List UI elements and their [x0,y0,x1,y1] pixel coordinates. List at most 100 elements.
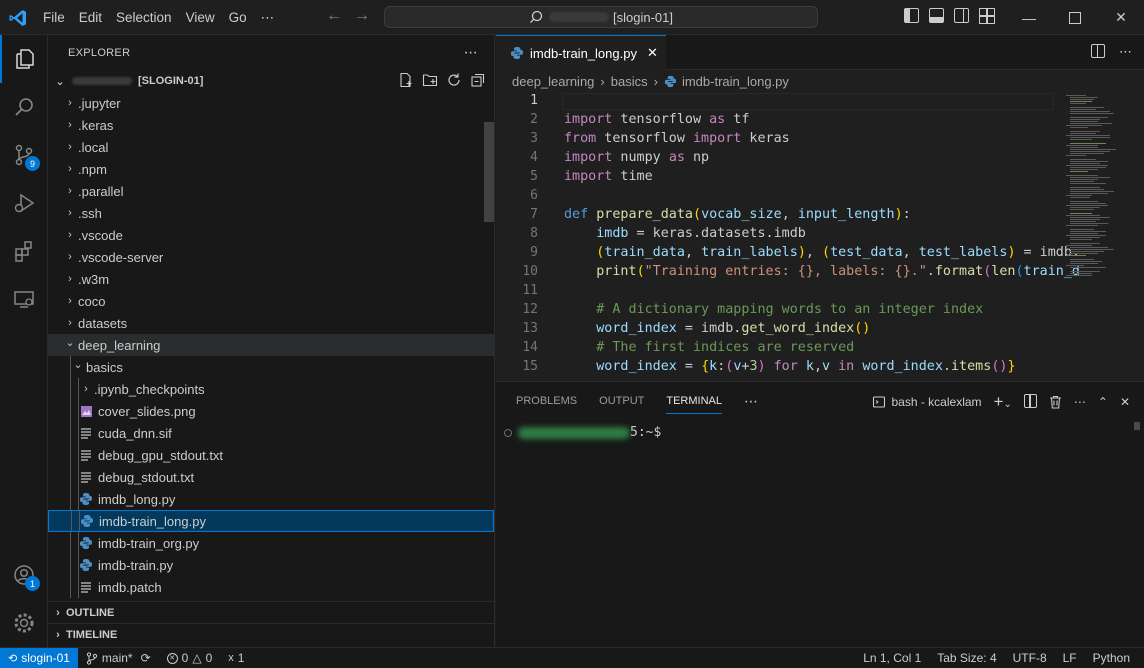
tab-problems[interactable]: PROBLEMS [516,395,577,407]
minimap-line [1070,149,1116,150]
menu-item[interactable]: Edit [72,10,109,25]
tab-close-icon[interactable]: ✕ [647,45,658,61]
tree-folder[interactable]: › .ipynb_checkpoints [48,378,494,400]
split-terminal-icon[interactable] [1023,393,1037,411]
tree-folder[interactable]: › .keras [48,114,494,136]
split-editor-icon[interactable] [1091,44,1105,61]
new-file-icon[interactable] [398,72,414,88]
breadcrumb-item[interactable]: basics [611,74,648,89]
close-window-icon[interactable]: ✕ [1098,0,1144,35]
cursor-position[interactable]: Ln 1, Col 1 [855,651,929,665]
tree-folder[interactable]: ⌄ deep_learning [48,334,494,356]
encoding[interactable]: UTF-8 [1005,651,1055,665]
panel-more-icon[interactable]: ⋯ [744,393,758,410]
tree-folder[interactable]: › .local [48,136,494,158]
tree-folder[interactable]: › .jupyter [48,92,494,114]
explorer-sidebar: EXPLORER ⋯ ⌄ [SLOGIN-01] › .jupyter › .kera… [48,35,495,647]
accounts-icon[interactable]: 1 [0,551,48,599]
command-center-search[interactable]: [slogin-01] [384,6,818,28]
menu-item[interactable]: Selection [109,10,179,25]
terminal-name[interactable]: bash - kcalexlam [892,395,982,409]
tree-file[interactable]: imdb-train_long.py [48,510,494,532]
search-activity-icon[interactable] [0,83,48,131]
tree-file[interactable]: cover_slides.png [48,400,494,422]
extensions-icon[interactable] [0,227,48,275]
tree-folder[interactable]: › datasets [48,312,494,334]
tree-file[interactable]: imdb-train.py [48,554,494,576]
maximize-icon[interactable] [1052,0,1098,35]
tree-folder[interactable]: › .vscode [48,224,494,246]
maximize-panel-icon[interactable]: ⌃ [1098,395,1108,409]
menu-item[interactable]: View [179,10,222,25]
tab-terminal[interactable]: TERMINAL [666,395,722,414]
tree-file[interactable]: cuda_dnn.sif [48,422,494,444]
tab-output[interactable]: OUTPUT [599,395,644,407]
source-control-icon[interactable]: 9 [0,131,48,179]
back-arrow-icon[interactable]: ← [326,7,342,25]
minimap-line [1070,253,1098,254]
indent-guide [70,466,71,488]
tree-file[interactable]: imdb_long.py [48,488,494,510]
indent-guide [78,488,79,510]
new-folder-icon[interactable] [422,72,438,88]
tree-scrollbar[interactable] [484,122,494,222]
editor-more-icon[interactable]: ⋯ [1119,44,1132,61]
toggle-panel-icon[interactable] [929,8,944,23]
workspace-header[interactable]: ⌄ [SLOGIN-01] [48,70,494,92]
tree-folder[interactable]: › .w3m [48,268,494,290]
tree-folder[interactable]: › .npm [48,158,494,180]
breadcrumb-item[interactable]: imdb-train_long.py [682,74,789,89]
trash-icon[interactable] [1049,395,1062,409]
language-mode[interactable]: Python [1085,651,1144,665]
toggle-primary-sidebar-icon[interactable] [904,8,919,23]
remote-indicator[interactable]: ⟲ slogin-01 [0,648,78,668]
problems-status[interactable]: ✕ 0 △ 0 [159,651,221,665]
ports-count: 1 [237,651,245,665]
panel-more-actions-icon[interactable]: ⋯ [1074,395,1086,409]
forward-arrow-icon[interactable]: → [354,7,370,25]
explorer-more-icon[interactable]: ⋯ [464,44,478,61]
toggle-secondary-sidebar-icon[interactable] [954,8,969,23]
editor-tabs: imdb-train_long.py ✕ ⋯ [496,35,1144,70]
terminal-prompt[interactable]: 5:~$ [504,425,670,440]
minimap[interactable] [1058,92,1134,381]
minimap-line [1070,239,1092,240]
refresh-icon[interactable] [446,72,462,88]
terminal-scrollbar[interactable] [1134,422,1140,430]
explorer-icon[interactable] [0,35,48,83]
settings-gear-icon[interactable] [0,599,48,647]
new-terminal-icon[interactable]: +⌄ [994,392,1012,412]
ports-status[interactable]: x 1 [220,651,252,665]
collapse-all-icon[interactable] [470,72,486,88]
sync-icon[interactable]: ⟳ [141,651,151,665]
tree-file[interactable]: imdb.patch [48,576,494,598]
breadcrumb-item[interactable]: deep_learning [512,74,594,89]
run-debug-icon[interactable] [0,179,48,227]
branch-status[interactable]: main* ⟳ [78,651,159,665]
menu-item[interactable]: ⋯ [254,10,282,26]
minimize-icon[interactable]: — [1006,0,1052,35]
tree-folder[interactable]: › .ssh [48,202,494,224]
timeline-section[interactable]: › TIMELINE [48,623,495,645]
code-editor[interactable]: 1 2 import tensorflow as tf 3 from tensorflo… [496,92,1144,381]
tree-folder[interactable]: › coco [48,290,494,312]
tree-folder[interactable]: › .vscode-server [48,246,494,268]
tab-imdb-train-long[interactable]: imdb-train_long.py ✕ [496,35,666,70]
minimap-line [1070,117,1108,118]
outline-section[interactable]: › OUTLINE [48,601,495,623]
end-of-line[interactable]: LF [1055,651,1085,665]
tree-file[interactable]: imdb-train_org.py [48,532,494,554]
remote-explorer-icon[interactable] [0,275,48,323]
menu-item[interactable]: File [36,10,72,25]
tree-file[interactable]: debug_gpu_stdout.txt [48,444,494,466]
tab-size[interactable]: Tab Size: 4 [929,651,1004,665]
tree-folder[interactable]: › .parallel [48,180,494,202]
tree-item-label: imdb-train_long.py [99,513,206,529]
menu-item[interactable]: Go [222,10,254,25]
tree-file[interactable]: debug_stdout.txt [48,466,494,488]
customize-layout-icon[interactable] [979,8,995,24]
code-token: format [934,264,984,279]
tree-folder[interactable]: ⌄ basics [48,356,494,378]
close-panel-icon[interactable]: ✕ [1120,395,1130,409]
minimap-line [1070,203,1106,204]
